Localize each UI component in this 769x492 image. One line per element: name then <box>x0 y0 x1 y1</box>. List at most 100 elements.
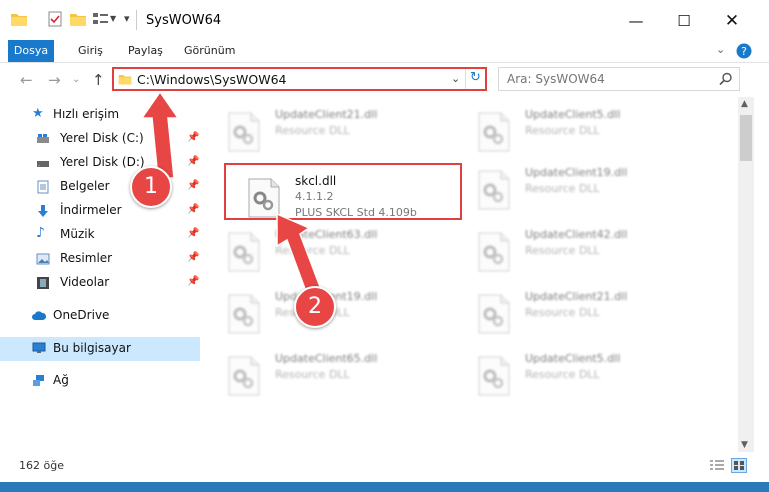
file-item[interactable]: UpdateClient5.dll Resource DLL <box>455 100 685 152</box>
recent-locations-icon[interactable]: ⌄ <box>72 74 80 85</box>
sidebar-item-downloads[interactable]: İndirmeler 📌 <box>0 200 200 222</box>
view-options-icon[interactable] <box>92 10 110 28</box>
minimize-button[interactable]: — <box>616 8 656 34</box>
file-description: Resource DLL <box>525 124 600 137</box>
file-name: UpdateClient63.dll <box>275 228 378 241</box>
up-arrow-icon[interactable]: ↑ <box>92 71 105 89</box>
customize-toolbar-icon[interactable]: ▾ <box>124 12 130 25</box>
pin-icon[interactable]: 📌 <box>187 180 199 191</box>
ribbon: Dosya Giriş Paylaş Görünüm ⌄ ? <box>0 40 769 63</box>
file-description: Resource DLL <box>275 244 350 257</box>
pin-icon[interactable]: 📌 <box>187 252 199 263</box>
dll-file-gear-icon <box>477 356 511 396</box>
address-dropdown-icon[interactable]: ⌄ <box>451 72 460 85</box>
vertical-scrollbar[interactable]: ▲ ▼ <box>738 97 754 452</box>
dll-file-gear-icon <box>477 170 511 210</box>
tab-share[interactable]: Paylaş <box>128 40 163 62</box>
sidebar-item-network[interactable]: Ağ <box>0 370 200 392</box>
file-name: UpdateClient65.dll <box>275 352 378 365</box>
picture-icon <box>36 253 50 265</box>
dll-file-gear-icon <box>227 356 261 396</box>
file-name: UpdateClient21.dll <box>275 108 378 121</box>
file-item[interactable]: UpdateClient42.dll Resource DLL <box>455 220 685 272</box>
pin-icon[interactable]: 📌 <box>187 132 199 143</box>
computer-icon <box>32 342 46 353</box>
pin-icon[interactable]: 📌 <box>187 204 199 215</box>
address-divider <box>465 69 466 89</box>
navigation-pane: ★ Hızlı erişim Yerel Disk (C:) 📌 Yerel D… <box>0 100 200 450</box>
sidebar-item-pictures[interactable]: Resimler 📌 <box>0 248 200 270</box>
forward-arrow-icon[interactable]: → <box>48 71 61 89</box>
file-name: UpdateClient5.dll <box>525 108 621 121</box>
file-description: Resource DLL <box>525 244 600 257</box>
pin-icon[interactable]: 📌 <box>187 156 199 167</box>
maximize-button[interactable]: ☐ <box>664 8 704 34</box>
explorer-window: ▼ ▾ SysWOW64 — ☐ ✕ Dosya Giriş Paylaş Gö… <box>0 0 769 482</box>
sidebar-item-onedrive[interactable]: OneDrive <box>0 305 200 327</box>
document-icon <box>37 180 49 194</box>
file-item[interactable]: UpdateClient5.dll Resource DLL <box>455 344 685 396</box>
scrollbar-thumb[interactable] <box>740 115 752 161</box>
highlight-box <box>224 163 462 220</box>
video-film-icon <box>37 277 49 289</box>
sidebar-item-this-pc[interactable]: Bu bilgisayar <box>0 337 200 361</box>
pin-icon[interactable]: 📌 <box>187 228 199 239</box>
svg-text:?: ? <box>741 45 747 58</box>
file-item[interactable]: UpdateClient21.dll Resource DLL <box>455 282 685 334</box>
file-description: Resource DLL <box>525 182 600 195</box>
back-arrow-icon[interactable]: ← <box>20 71 33 89</box>
sidebar-item-local-disk-c[interactable]: Yerel Disk (C:) 📌 <box>0 128 200 150</box>
new-folder-icon[interactable] <box>69 10 87 28</box>
sidebar-item-quick-access[interactable]: ★ Hızlı erişim <box>0 104 200 126</box>
tab-home[interactable]: Giriş <box>78 40 103 62</box>
folder-icon <box>118 75 132 85</box>
search-input[interactable] <box>507 72 707 86</box>
callout-badge-2: 2 <box>294 286 336 328</box>
sidebar-item-local-disk-d[interactable]: Yerel Disk (D:) 📌 <box>0 152 200 174</box>
details-view-icon[interactable] <box>709 459 725 473</box>
file-description: Resource DLL <box>525 368 600 381</box>
search-box[interactable] <box>498 67 740 91</box>
network-icon <box>33 375 44 386</box>
sidebar-item-videos[interactable]: Videolar 📌 <box>0 272 200 294</box>
dll-file-gear-icon <box>477 112 511 152</box>
music-note-icon: ♪ <box>36 225 45 241</box>
sidebar-item-music[interactable]: ♪ Müzik 📌 <box>0 224 200 246</box>
refresh-icon[interactable]: ↻ <box>470 70 481 85</box>
desktop-strip <box>0 482 769 492</box>
large-icons-view-icon[interactable] <box>731 458 747 473</box>
drive-icon <box>37 134 49 143</box>
dll-file-gear-icon <box>227 112 261 152</box>
file-item[interactable]: UpdateClient21.dll Resource DLL <box>205 100 435 152</box>
chevron-down-icon[interactable]: ⌄ <box>716 43 725 56</box>
address-bar[interactable]: C:\Windows\SysWOW64 ⌄ ↻ <box>112 67 487 91</box>
item-count: 162 öğe <box>19 459 64 472</box>
search-icon[interactable] <box>719 72 733 86</box>
download-arrow-icon <box>38 205 48 217</box>
tab-file[interactable]: Dosya <box>8 40 54 62</box>
scroll-up-icon[interactable]: ▲ <box>741 99 748 109</box>
drive-icon <box>37 161 49 167</box>
address-path: C:\Windows\SysWOW64 <box>137 72 287 87</box>
dll-file-gear-icon <box>227 232 261 272</box>
close-button[interactable]: ✕ <box>712 8 752 34</box>
file-name: UpdateClient5.dll <box>525 352 621 365</box>
file-item[interactable]: UpdateClient63.dll Resource DLL <box>205 220 435 272</box>
scroll-down-icon[interactable]: ▼ <box>741 440 748 450</box>
file-item[interactable]: UpdateClient65.dll Resource DLL <box>205 344 435 396</box>
dll-file-gear-icon <box>477 232 511 272</box>
star-icon: ★ <box>32 106 44 121</box>
dll-file-gear-icon <box>227 294 261 334</box>
file-name: UpdateClient21.dll <box>525 290 628 303</box>
file-description: Resource DLL <box>275 368 350 381</box>
pin-icon[interactable]: 📌 <box>187 276 199 287</box>
file-name: UpdateClient19.dll <box>525 166 628 179</box>
callout-badge-1: 1 <box>130 166 172 208</box>
status-bar: 162 öğe <box>0 454 769 480</box>
title-bar: ▼ ▾ SysWOW64 — ☐ ✕ <box>0 0 769 40</box>
properties-icon[interactable] <box>46 10 64 28</box>
tab-view[interactable]: Görünüm <box>184 40 235 62</box>
help-icon[interactable]: ? <box>736 43 752 59</box>
file-item[interactable]: UpdateClient19.dll Resource DLL <box>455 158 685 210</box>
chevron-down-icon[interactable]: ▼ <box>110 14 116 23</box>
